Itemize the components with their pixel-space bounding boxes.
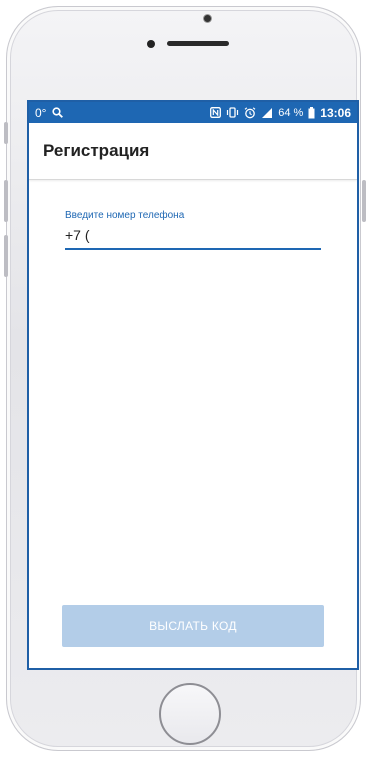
app-bar: Регистрация	[29, 123, 357, 180]
alarm-icon	[244, 106, 256, 119]
phone-form: Введите номер телефона	[29, 210, 357, 250]
status-bar: 0° 64 % 13:06	[29, 102, 357, 123]
vibrate-icon	[226, 107, 239, 118]
send-code-button[interactable]: ВЫСЛАТЬ КОД	[62, 605, 324, 647]
volume-up-button	[4, 180, 8, 222]
earpiece-speaker	[167, 41, 229, 46]
mute-switch	[4, 122, 8, 144]
volume-down-button	[4, 235, 8, 277]
front-camera	[204, 15, 211, 22]
power-button	[362, 180, 366, 222]
battery-icon	[308, 106, 315, 119]
nfc-icon	[210, 107, 222, 118]
battery-percent: 64 %	[278, 106, 304, 119]
phone-field-label: Введите номер телефона	[65, 210, 185, 221]
phone-screen: 0° 64 % 13:06 Регистрация Введите номер …	[27, 100, 359, 670]
phone-number-input[interactable]	[65, 221, 321, 250]
temperature: 0°	[35, 105, 47, 120]
signal-icon	[261, 107, 273, 118]
status-time: 13:06	[320, 105, 351, 120]
search-icon	[52, 107, 64, 118]
page-title: Регистрация	[43, 141, 150, 160]
home-button[interactable]	[159, 683, 221, 745]
proximity-sensor	[147, 40, 155, 48]
